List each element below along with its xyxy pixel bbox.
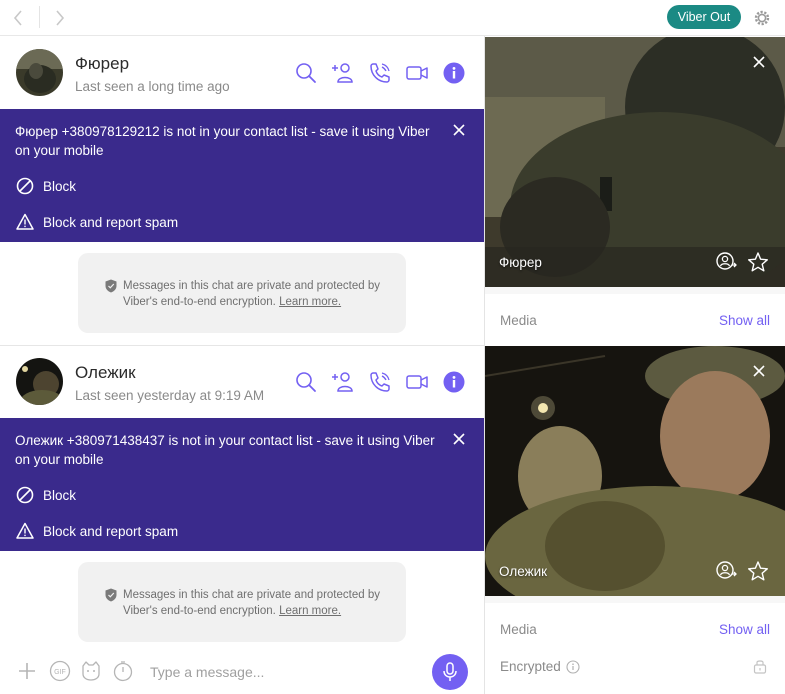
avatar[interactable] (16, 358, 63, 405)
block-icon (15, 485, 35, 505)
chat-column: Фюрер Last seen a long time ago Фюрер +3… (0, 37, 484, 345)
call-icon[interactable] (367, 60, 393, 86)
search-icon[interactable] (293, 369, 319, 395)
block-button[interactable]: Block (15, 484, 76, 506)
contact-photo: Олежик (485, 346, 785, 596)
encrypted-label: Encrypted (500, 659, 580, 674)
encryption-notice: Messages in this chat are private and pr… (78, 253, 406, 333)
close-icon[interactable] (450, 430, 468, 448)
shield-icon (105, 588, 117, 602)
search-icon[interactable] (293, 60, 319, 86)
message-input[interactable] (150, 661, 410, 683)
info-contact-name: Фюрер (499, 255, 542, 270)
info-icon[interactable] (441, 369, 467, 395)
timer-icon[interactable] (112, 660, 134, 682)
add-contact-icon[interactable] (715, 251, 737, 273)
encrypted-row: Encrypted (485, 646, 785, 686)
avatar[interactable] (16, 49, 63, 96)
show-all-link[interactable]: Show all (719, 622, 770, 637)
media-section: Media Show all (485, 294, 785, 346)
microphone-icon (443, 662, 457, 681)
microphone-button[interactable] (432, 654, 468, 690)
learn-more-link[interactable]: Learn more. (279, 296, 341, 308)
banner-message: Олежик +380971438437 is not in your cont… (15, 433, 435, 467)
top-bar: Viber Out (0, 0, 785, 36)
encryption-text: Messages in this chat are private and pr… (123, 589, 380, 617)
call-icon[interactable] (367, 369, 393, 395)
block-button[interactable]: Block (15, 175, 76, 197)
encryption-text: Messages in this chat are private and pr… (123, 280, 380, 308)
close-icon[interactable] (751, 54, 767, 70)
chevron-left-icon[interactable] (7, 7, 29, 29)
message-composer: GIF (0, 650, 484, 694)
info-contact-name: Олежик (499, 564, 548, 579)
conversation-1: Фюрер Last seen a long time ago Фюрер +3… (0, 37, 785, 346)
viber-out-button[interactable]: Viber Out (667, 5, 741, 29)
block-report-spam-button[interactable]: Block and report spam (15, 520, 178, 542)
contact-name: Олежик (75, 363, 136, 382)
star-icon[interactable] (747, 251, 769, 273)
contact-photo: Фюрер (485, 37, 785, 287)
unknown-contact-banner: Олежик +380971438437 is not in your cont… (0, 418, 484, 551)
lock-icon (753, 658, 767, 674)
block-label: Block (43, 178, 77, 194)
learn-more-link[interactable]: Learn more. (279, 605, 341, 617)
sticker-icon[interactable] (80, 660, 102, 682)
gear-icon[interactable] (752, 8, 772, 28)
encryption-notice: Messages in this chat are private and pr… (78, 562, 406, 642)
banner-message: Фюрер +380978129212 is not in your conta… (15, 124, 430, 158)
unknown-contact-banner: Фюрер +380978129212 is not in your conta… (0, 109, 484, 242)
last-seen-status: Last seen yesterday at 9:19 AM (75, 388, 265, 403)
show-all-link[interactable]: Show all (719, 313, 770, 328)
close-icon[interactable] (450, 121, 468, 139)
add-contact-icon[interactable] (715, 560, 737, 582)
media-label: Media (500, 622, 537, 637)
conversation-2: Олежик Last seen yesterday at 9:19 AM Ол… (0, 346, 785, 686)
add-participant-icon[interactable] (330, 369, 356, 395)
block-icon (15, 176, 35, 196)
warning-icon (15, 521, 35, 541)
header-actions (282, 369, 467, 395)
last-seen-status: Last seen a long time ago (75, 79, 230, 94)
contact-name: Фюрер (75, 54, 130, 73)
chat-column: Олежик Last seen yesterday at 9:19 AM Ол… (0, 346, 484, 658)
info-circle-icon[interactable] (566, 659, 580, 674)
warning-icon (15, 212, 35, 232)
video-call-icon[interactable] (404, 60, 430, 86)
block-report-spam-button[interactable]: Block and report spam (15, 211, 178, 233)
info-icon[interactable] (441, 60, 467, 86)
chat-header: Олежик Last seen yesterday at 9:19 AM (0, 346, 484, 418)
contact-info-panel: Фюрер Media Show all (485, 37, 785, 346)
spam-label: Block and report spam (43, 214, 179, 230)
star-icon[interactable] (747, 560, 769, 582)
chevron-right-icon[interactable] (49, 7, 71, 29)
spam-label: Block and report spam (43, 523, 179, 539)
shield-icon (105, 279, 117, 293)
media-label: Media (500, 313, 537, 328)
contact-info-panel: Олежик Media Show all Encrypted (485, 346, 785, 686)
block-label: Block (43, 487, 77, 503)
video-call-icon[interactable] (404, 369, 430, 395)
plus-icon[interactable] (16, 660, 38, 682)
gif-label: GIF (54, 669, 66, 676)
add-participant-icon[interactable] (330, 60, 356, 86)
nav-divider (39, 6, 40, 28)
gif-icon[interactable]: GIF (49, 660, 71, 682)
header-actions (282, 60, 467, 86)
chat-header: Фюрер Last seen a long time ago (0, 37, 484, 109)
close-icon[interactable] (751, 363, 767, 379)
